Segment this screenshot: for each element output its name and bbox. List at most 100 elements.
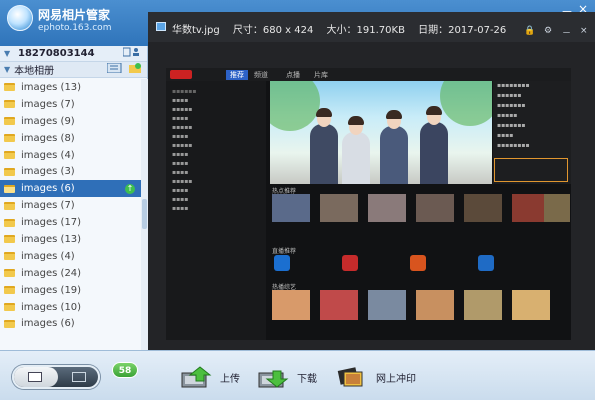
embedded-thumbnail	[368, 194, 406, 222]
album-label: images (6)	[21, 183, 75, 195]
app-subtitle: ephoto.163.com	[38, 23, 112, 33]
folder-icon	[4, 167, 15, 176]
folder-icon	[4, 83, 15, 92]
embedded-logo	[170, 70, 192, 79]
album-item[interactable]: images (17)	[0, 214, 141, 231]
photo-hair	[386, 110, 402, 119]
embedded-thumbnail	[416, 194, 454, 222]
album-list: images (13) images (7) images (9) images…	[0, 79, 141, 350]
embedded-thumbnail	[272, 290, 310, 320]
album-item[interactable]: images (6)	[0, 315, 141, 332]
image-file-icon	[156, 22, 166, 31]
embedded-tab: 片库	[314, 71, 328, 79]
album-item[interactable]: images (4)	[0, 147, 141, 164]
upload-icon	[180, 365, 214, 389]
app-logo-icon	[7, 5, 33, 31]
embedded-thumbnail	[368, 290, 406, 320]
minimize-viewer-icon[interactable]: －	[562, 26, 571, 39]
folder-icon	[4, 117, 15, 126]
image-viewer: 华数tv.jpg 尺寸：680 x 424 大小：191.70KB 日期：201…	[148, 12, 595, 350]
album-label: images (13)	[21, 233, 82, 245]
embedded-thumbnail	[544, 194, 570, 222]
embedded-sidebar: ▪▪▪▪▪▪ ▪▪▪▪ ▪▪▪▪▪ ▪▪▪▪ ▪▪▪▪▪ ▪▪▪▪ ▪▪▪▪▪ …	[166, 81, 266, 340]
download-button[interactable]: 下载	[257, 364, 317, 390]
album-label: images (4)	[21, 149, 75, 161]
embedded-channel-logo	[342, 255, 358, 271]
album-item[interactable]: images (13)	[0, 79, 141, 96]
album-item[interactable]: images (24)	[0, 265, 141, 282]
album-label: images (24)	[21, 267, 82, 279]
embedded-thumbnail	[512, 290, 550, 320]
chevron-down-icon: ▼	[4, 49, 11, 58]
close-viewer-icon[interactable]: ×	[580, 26, 588, 36]
embedded-tab: 点播	[286, 71, 300, 79]
print-photos-icon	[336, 365, 370, 389]
album-item[interactable]: images (13)	[0, 231, 141, 248]
chevron-down-icon: ▼	[4, 65, 11, 74]
section-title: 本地相册	[14, 66, 55, 77]
download-icon	[257, 365, 291, 389]
sidebar: ▼ 18270803144 ▼ 本地相册 images (13) images …	[0, 46, 148, 350]
folder-icon	[4, 303, 15, 312]
displayed-image[interactable]: 推荐 频道 点播 片库 ▪▪▪▪▪▪ ▪▪▪▪ ▪▪▪▪▪ ▪▪▪▪ ▪▪▪▪▪…	[166, 68, 571, 340]
account-row[interactable]: ▼ 18270803144	[0, 46, 147, 62]
local-albums-header[interactable]: ▼ 本地相册	[0, 62, 147, 78]
photo-figure	[380, 126, 408, 184]
embedded-thumbnail	[272, 194, 310, 222]
photo-foliage	[270, 81, 320, 131]
scrollbar-thumb[interactable]	[142, 199, 147, 229]
embedded-channel-logo	[274, 255, 290, 271]
album-label: images (3)	[21, 166, 75, 178]
viewer-header: 华数tv.jpg 尺寸：680 x 424 大小：191.70KB 日期：201…	[148, 12, 595, 42]
folder-icon	[4, 218, 15, 227]
folder-icon	[4, 184, 15, 193]
upload-button[interactable]: 上传	[180, 364, 240, 390]
upload-arrow-icon[interactable]: ↑	[125, 183, 135, 194]
folder-icon	[4, 319, 15, 328]
album-label: images (8)	[21, 132, 75, 144]
album-item[interactable]: images (3)	[0, 163, 141, 180]
image-date: 日期：2017-07-26	[418, 25, 507, 36]
online-print-button[interactable]: 网上冲印	[336, 364, 416, 390]
album-label: images (13)	[21, 81, 82, 93]
embedded-highlight	[494, 158, 568, 182]
photo-hair	[316, 108, 332, 117]
album-label: images (19)	[21, 284, 82, 296]
album-item[interactable]: images (19)	[0, 282, 141, 299]
embedded-channel-logo	[410, 255, 426, 271]
embedded-thumbnail	[320, 290, 358, 320]
view-mode-toggle[interactable]: 58	[12, 362, 138, 389]
image-filesize: 大小：191.70KB	[326, 25, 405, 36]
album-item-selected[interactable]: images (6) ↑	[0, 180, 141, 198]
folder-icon	[4, 286, 15, 295]
embedded-thumbnail	[320, 194, 358, 222]
album-label: images (4)	[21, 250, 75, 262]
folder-icon	[4, 201, 15, 210]
user-settings-icon[interactable]	[122, 47, 141, 60]
album-item[interactable]: images (7)	[0, 197, 141, 214]
album-item[interactable]: images (4)	[0, 248, 141, 265]
embedded-channel-logo	[478, 255, 494, 271]
lock-icon[interactable]: 🔒	[524, 26, 535, 36]
sidebar-scrollbar[interactable]	[141, 79, 148, 350]
embedded-topbar: 推荐 频道 点播 片库	[166, 68, 571, 81]
album-label: images (6)	[21, 318, 75, 330]
gear-icon[interactable]: ⚙	[544, 26, 552, 36]
download-label: 下载	[297, 373, 317, 385]
app-title: 网易相片管家	[38, 8, 111, 22]
album-label: images (9)	[21, 115, 75, 127]
online-print-label: 网上冲印	[376, 373, 416, 385]
folder-icon	[4, 269, 15, 278]
album-label: images (17)	[21, 217, 82, 229]
album-item[interactable]: images (10)	[0, 299, 141, 316]
live-recommend-label: 直播推荐	[272, 248, 297, 255]
account-name: 18270803144	[18, 48, 95, 59]
album-item[interactable]: images (8)	[0, 130, 141, 147]
album-label: images (10)	[21, 301, 82, 313]
album-item[interactable]: images (9)	[0, 113, 141, 130]
photo-figure	[420, 122, 448, 184]
view-and-add-folder-icons[interactable]	[106, 62, 141, 76]
embedded-thumbnail	[416, 290, 454, 320]
album-item[interactable]: images (7)	[0, 96, 141, 113]
embedded-tab: 推荐	[226, 70, 248, 80]
